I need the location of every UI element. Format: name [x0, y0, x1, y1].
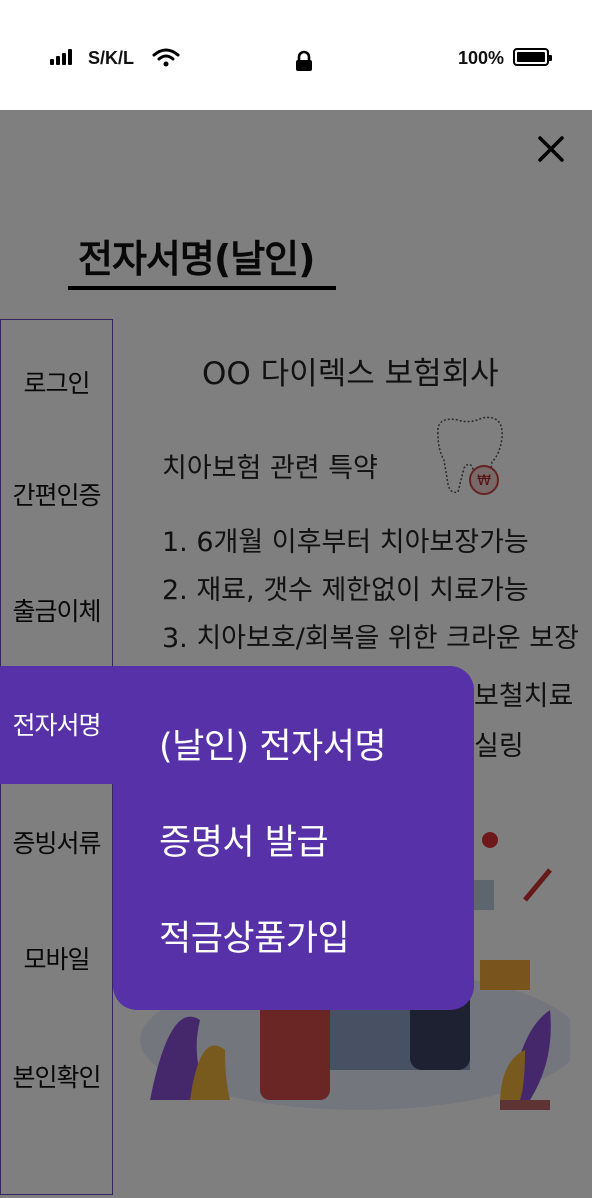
modal-backdrop[interactable] [0, 110, 592, 1198]
battery-percent: 100% [458, 48, 505, 68]
sidebar-item-label: 전자서명 [12, 711, 101, 740]
lock-icon [296, 50, 312, 71]
submenu-item-seal-signature[interactable]: (날인) 전자서명 [159, 718, 387, 769]
status-bar: S/K/L 100% [0, 0, 592, 110]
signal-icon [50, 49, 76, 65]
sidebar-item-e-signature[interactable]: 전자서명 [0, 666, 130, 784]
carrier-label: S/K/L [88, 48, 135, 68]
submenu-item-certificate[interactable]: 증명서 발급 [159, 814, 329, 865]
wifi-icon [152, 48, 180, 67]
submenu-panel: (날인) 전자서명 증명서 발급 적금상품가입 [113, 666, 474, 1010]
battery-icon [513, 48, 552, 66]
submenu-item-savings-product[interactable]: 적금상품가입 [159, 910, 350, 961]
